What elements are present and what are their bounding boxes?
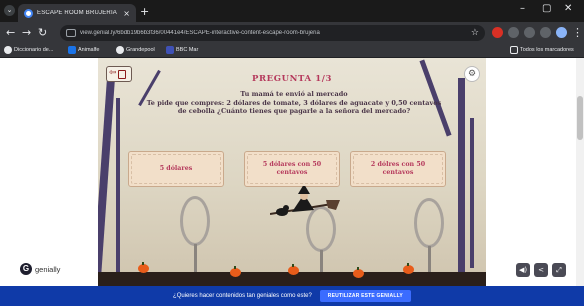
page-scrollbar[interactable]: [576, 58, 584, 286]
tree-trunk: [116, 98, 120, 278]
address-bar[interactable]: view.genial.ly/6bdb19b6b3f36/00441e4/ESC…: [60, 25, 485, 41]
extension-puzzle-icon[interactable]: [508, 27, 519, 38]
url-text: view.genial.ly/6bdb19b6b3f36/00441e4/ESC…: [80, 30, 320, 36]
share-icon[interactable]: <: [534, 263, 548, 277]
bookmark-label: Animalfe: [78, 47, 100, 53]
bookmark-star-icon[interactable]: ☆: [471, 28, 479, 38]
bookmark-label: Diccionario de...: [14, 47, 54, 53]
side-panel-icon[interactable]: [540, 27, 551, 38]
bookmark-label: Grandepool: [126, 47, 155, 53]
folder-icon: [510, 46, 518, 54]
tab-strip: ⌄ ESCAPE ROOM BRUJERIA × + – ▢ ✕: [0, 0, 584, 22]
promo-message: ¿Quieres hacer contenidos tan geniales c…: [173, 293, 312, 299]
settings-icon[interactable]: ⚙: [464, 66, 480, 82]
maximize-button[interactable]: ▢: [542, 3, 551, 14]
fullscreen-icon[interactable]: ⤢: [552, 263, 566, 277]
question-title: PREGUNTA 1/3: [252, 74, 332, 84]
reload-icon[interactable]: ↻: [38, 26, 47, 39]
pumpkin-decoration: [353, 267, 364, 278]
scrollbar-thumb[interactable]: [577, 96, 583, 140]
tab-search-button[interactable]: ⌄: [4, 5, 15, 16]
all-bookmarks[interactable]: Todos los marcadores: [510, 46, 574, 54]
genially-logo-text: genially: [35, 264, 61, 274]
question-line-2: Te pide que compres: 2 dólares de tomate…: [146, 98, 442, 116]
promo-banner: ¿Quieres hacer contenidos tan geniales c…: [0, 286, 584, 306]
page-viewport: ⇦ PREGUNTA 1/3 Tu mamá te envió al merca…: [0, 58, 584, 286]
bookmark-item[interactable]: Animalfe: [68, 46, 99, 54]
bookmark-favicon-icon: [166, 46, 174, 54]
pumpkin-decoration: [230, 266, 241, 277]
tab-close-icon[interactable]: ×: [123, 9, 130, 18]
hoop-pole: [194, 244, 197, 274]
tree-trunk: [98, 78, 115, 278]
tab-title: ESCAPE ROOM BRUJERIA: [37, 10, 118, 16]
genially-logo-icon: G: [20, 263, 32, 275]
pumpkin-decoration: [403, 263, 414, 274]
forward-arrow-icon[interactable]: →: [22, 26, 31, 39]
bookmark-item[interactable]: BBC Mar: [166, 46, 198, 54]
pumpkin-decoration: [138, 262, 149, 273]
downloads-icon[interactable]: [524, 27, 535, 38]
site-info-icon[interactable]: [66, 29, 76, 37]
question-line-1: Tu mamá te envió al mercado: [240, 90, 348, 98]
genially-canvas: ⇦ PREGUNTA 1/3 Tu mamá te envió al merca…: [98, 58, 486, 286]
new-tab-button[interactable]: +: [140, 5, 149, 18]
answer-option[interactable]: 5 dólares: [128, 151, 224, 187]
bookmark-item[interactable]: Diccionario de...: [4, 46, 53, 54]
close-window-button[interactable]: ✕: [564, 3, 572, 14]
tab-favicon-icon: [24, 8, 33, 18]
bookmark-item[interactable]: Grandepool: [116, 46, 155, 54]
quidditch-hoop: [180, 196, 210, 246]
extension-icon[interactable]: [492, 27, 503, 38]
bookmark-label: BBC Mar: [176, 47, 199, 53]
minimize-button[interactable]: –: [520, 3, 525, 14]
pumpkin-decoration: [288, 264, 299, 275]
hoop-pole: [320, 250, 323, 274]
sound-icon[interactable]: ◀): [516, 263, 530, 277]
all-bookmarks-label: Todos los marcadores: [520, 47, 574, 53]
answer-option[interactable]: 5 dólares con 50 centavos: [244, 151, 340, 187]
chrome-menu-icon[interactable]: ⋮: [572, 26, 583, 39]
genially-logo[interactable]: G genially: [20, 263, 60, 275]
bookmark-favicon-icon: [68, 46, 76, 54]
profile-avatar[interactable]: [556, 27, 567, 38]
tree-trunk: [470, 118, 474, 268]
hoop-pole: [428, 246, 431, 274]
reuse-genially-button[interactable]: REUTILIZAR ESTE GENIALLY: [319, 290, 411, 302]
question-text: Tu mamá te envió al mercado Te pide que …: [144, 90, 444, 116]
bookmarks-bar: Diccionario de... Animalfe Grandepool BB…: [0, 44, 584, 58]
answer-option[interactable]: 2 dólres con 50 centavos: [350, 151, 446, 187]
browser-toolbar: ← → ↻ view.genial.ly/6bdb19b6b3f36/00441…: [0, 22, 584, 44]
bookmark-favicon-icon: [116, 46, 124, 54]
witch-on-broom-illustration: [270, 186, 340, 216]
quidditch-hoop: [414, 198, 444, 248]
bookmark-favicon-icon: [4, 46, 12, 54]
browser-tab[interactable]: ESCAPE ROOM BRUJERIA ×: [18, 4, 136, 22]
tree-trunk: [458, 78, 465, 278]
back-arrow-icon[interactable]: ←: [6, 26, 15, 39]
